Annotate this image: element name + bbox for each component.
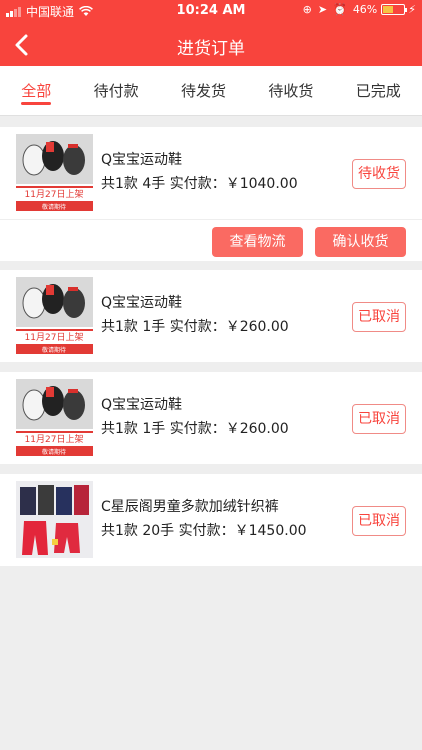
order-summary: 共1款 4手 实付款：￥1040.00 <box>101 176 298 192</box>
image-caption: 敬请期待 <box>42 346 66 354</box>
order-item[interactable]: 11月27日上架 敬请期待 Q宝宝运动鞋 共1款 4手 实付款：￥1040.00… <box>0 127 422 219</box>
confirm-receipt-button[interactable]: 确认收货 <box>315 227 406 257</box>
battery-percent: 46% <box>352 3 378 16</box>
product-name: Q宝宝运动鞋 <box>101 295 183 311</box>
tab-pending-shipment[interactable]: 待发货 <box>177 66 230 116</box>
charging-icon: ⚡ <box>408 3 416 16</box>
battery-icon <box>381 4 408 15</box>
location-icon: ➤ <box>317 3 328 16</box>
status-bar: 中国联通 10:24 AM ⊕ ➤ ⏰ 46% ⚡ <box>0 0 422 22</box>
product-name: Q宝宝运动鞋 <box>101 152 183 168</box>
status-right: ⊕ ➤ ⏰ 46% ⚡ <box>297 3 416 16</box>
order-actions: 查看物流 确认收货 <box>0 219 422 261</box>
app-header: 中国联通 10:24 AM ⊕ ➤ ⏰ 46% ⚡ 进货订单 <box>0 0 422 66</box>
order-item[interactable]: 11月27日上架 敬请期待 Q宝宝运动鞋 共1款 1手 实付款：￥260.00 … <box>0 270 422 362</box>
status-badge: 已取消 <box>352 506 406 536</box>
order-item[interactable]: 11月27日上架 敬请期待 Q宝宝运动鞋 共1款 1手 实付款：￥260.00 … <box>0 372 422 464</box>
status-badge: 已取消 <box>352 302 406 332</box>
order-summary: 共1款 1手 实付款：￥260.00 <box>101 319 289 335</box>
tab-bar: 全部 待付款 待发货 待收货 已完成 <box>0 66 422 116</box>
product-image[interactable]: 11月27日上架 敬请期待 <box>16 134 93 211</box>
product-image[interactable]: 11月27日上架 敬请期待 <box>16 277 93 354</box>
status-badge: 待收货 <box>352 159 406 189</box>
image-caption: 敬请期待 <box>42 448 66 456</box>
image-banner: 11月27日上架 <box>25 189 84 200</box>
order-item[interactable]: C星辰阁男童多款加绒针织裤 共1款 20手 实付款：￥1450.00 已取消 <box>0 474 422 566</box>
product-name: Q宝宝运动鞋 <box>101 397 183 413</box>
order-summary: 共1款 20手 实付款：￥1450.00 <box>101 523 307 539</box>
tab-pending-payment[interactable]: 待付款 <box>90 66 143 116</box>
order-card: 11月27日上架 敬请期待 Q宝宝运动鞋 共1款 4手 实付款：￥1040.00… <box>0 127 422 261</box>
product-image[interactable]: 11月27日上架 敬请期待 <box>16 379 93 456</box>
tab-all[interactable]: 全部 <box>17 66 55 116</box>
rotation-lock-icon: ⊕ <box>302 3 312 16</box>
tab-pending-receipt[interactable]: 待收货 <box>264 66 317 116</box>
tab-completed[interactable]: 已完成 <box>352 66 405 116</box>
order-summary: 共1款 1手 实付款：￥260.00 <box>101 421 289 437</box>
order-card: C星辰阁男童多款加绒针织裤 共1款 20手 实付款：￥1450.00 已取消 <box>0 474 422 566</box>
image-banner: 11月27日上架 <box>25 332 84 343</box>
alarm-icon: ⏰ <box>333 3 347 16</box>
product-name: C星辰阁男童多款加绒针织裤 <box>101 499 279 515</box>
image-caption: 敬请期待 <box>42 203 66 211</box>
product-image[interactable] <box>16 481 93 558</box>
page-title: 进货订单 <box>177 39 245 59</box>
image-banner: 11月27日上架 <box>25 434 84 445</box>
order-card: 11月27日上架 敬请期待 Q宝宝运动鞋 共1款 1手 实付款：￥260.00 … <box>0 270 422 362</box>
status-badge: 已取消 <box>352 404 406 434</box>
order-card: 11月27日上架 敬请期待 Q宝宝运动鞋 共1款 1手 实付款：￥260.00 … <box>0 372 422 464</box>
view-logistics-button[interactable]: 查看物流 <box>212 227 303 257</box>
